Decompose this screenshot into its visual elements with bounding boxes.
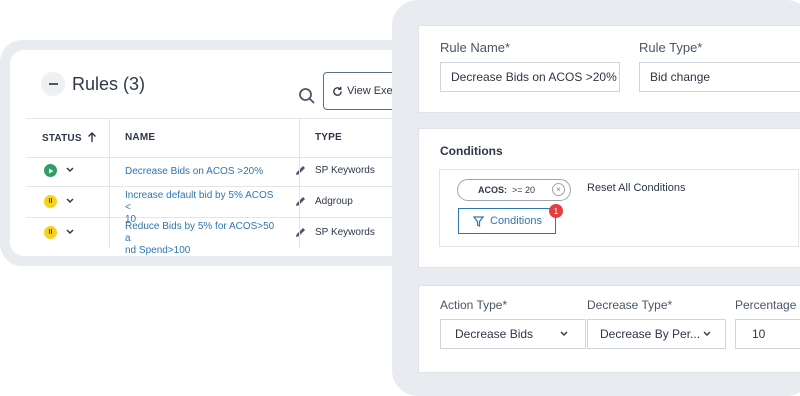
rule-name-line: Reduce Bids by 5% for ACOS>50 a (125, 221, 275, 244)
reset-conditions-link[interactable]: Reset All Conditions (587, 182, 685, 194)
conditions-area: ACOS: >= 20 × Reset All Conditions Condi… (439, 169, 799, 247)
decrease-type-label: Decrease Type* (587, 298, 673, 312)
percentage-label: Percentage (735, 298, 797, 312)
search-icon[interactable] (298, 87, 316, 105)
column-divider (109, 187, 110, 217)
chevron-down-icon (560, 331, 568, 336)
column-divider (299, 119, 300, 157)
status-paused-icon[interactable]: II (44, 195, 57, 208)
conditions-button[interactable]: Conditions (458, 208, 556, 234)
rule-name-line: Increase default bid by 5% ACOS < (125, 190, 274, 213)
column-divider (109, 119, 110, 157)
rule-name-link[interactable]: Decrease Bids on ACOS >20% (125, 166, 275, 178)
rule-type: Adgroup (315, 196, 353, 207)
action-type-value: Decrease Bids (455, 327, 534, 341)
edit-pencil-icon[interactable] (294, 164, 307, 177)
action-panel: Action Type* Decrease Bids Decrease Type… (418, 285, 800, 373)
conditions-button-label: Conditions (490, 215, 542, 227)
column-divider (299, 187, 300, 217)
chevron-down-icon[interactable] (66, 167, 74, 173)
action-type-label: Action Type* (440, 298, 508, 312)
rule-type-select[interactable]: Bid change (639, 62, 800, 92)
status-active-icon[interactable] (44, 164, 57, 177)
rules-title: Rules (3) (72, 74, 146, 94)
decrease-type-value: Decrease By Per... (600, 327, 701, 341)
condition-key: ACOS: (478, 185, 507, 195)
column-divider (299, 156, 300, 186)
column-divider (109, 218, 110, 248)
column-name[interactable]: NAME (125, 132, 155, 143)
edit-pencil-icon[interactable] (294, 226, 307, 239)
rule-name-link[interactable]: Reduce Bids by 5% for ACOS>50 a nd Spend… (125, 221, 275, 256)
conditions-count-badge: 1 (549, 204, 563, 218)
condition-value: >= 20 (512, 185, 536, 195)
rule-details-panel: Rule Name* Decrease Bids on ACOS >20% Ru… (418, 25, 800, 113)
chevron-down-icon[interactable] (66, 229, 74, 235)
condition-chip[interactable]: ACOS: >= 20 × (457, 179, 571, 201)
rule-type: SP Keywords (315, 165, 375, 176)
rule-type-label: Rule Type* (639, 40, 703, 55)
collapse-button[interactable] (41, 72, 65, 96)
column-status-label: STATUS (42, 133, 82, 144)
rule-type: SP Keywords (315, 227, 375, 238)
edit-pencil-icon[interactable] (294, 195, 307, 208)
status-paused-icon[interactable]: II (44, 226, 57, 239)
refresh-icon (333, 86, 342, 96)
rule-name-label: Rule Name* (440, 40, 511, 55)
play-icon (48, 168, 53, 173)
sort-arrow-up-icon (87, 132, 96, 142)
column-divider (299, 218, 300, 248)
chevron-down-icon (703, 331, 711, 336)
conditions-title: Conditions (440, 144, 503, 158)
chevron-down-icon[interactable] (66, 198, 74, 204)
column-type[interactable]: TYPE (315, 132, 342, 143)
column-status[interactable]: STATUS (42, 132, 97, 144)
rule-name-input[interactable]: Decrease Bids on ACOS >20% (440, 62, 620, 92)
rule-name-line: nd Spend>100 (125, 245, 191, 256)
minus-icon (48, 83, 58, 85)
column-divider (109, 156, 110, 186)
conditions-panel: Conditions ACOS: >= 20 × Reset All Condi… (418, 128, 800, 268)
remove-condition-icon[interactable]: × (552, 183, 565, 196)
percentage-input[interactable]: 10 (735, 319, 800, 349)
filter-icon (473, 215, 484, 227)
